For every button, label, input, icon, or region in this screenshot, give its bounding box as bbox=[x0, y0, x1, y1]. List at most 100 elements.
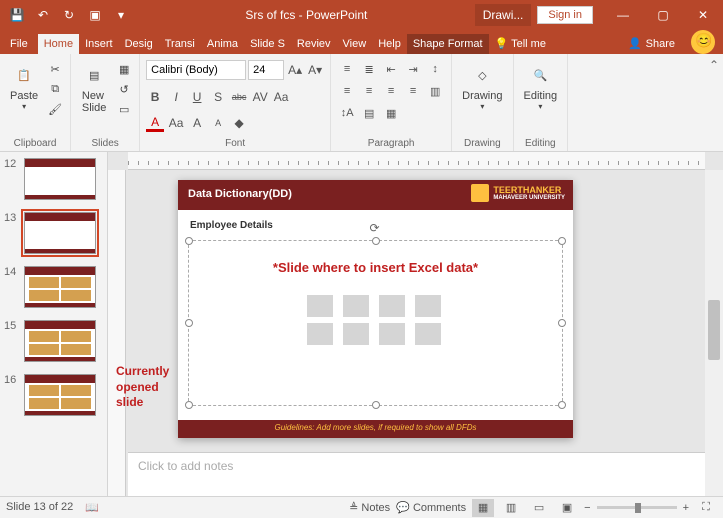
content-type-icons[interactable] bbox=[307, 295, 445, 345]
tab-slideshow[interactable]: Slide S bbox=[244, 34, 291, 54]
format-painter-icon[interactable]: 🖌 bbox=[46, 100, 64, 118]
resize-handle[interactable] bbox=[558, 401, 566, 409]
start-from-beginning-icon[interactable]: ▣ bbox=[84, 4, 106, 26]
thumbnail-15[interactable]: 15 bbox=[0, 318, 107, 364]
spellcheck-icon[interactable]: 📖 bbox=[85, 501, 99, 514]
fit-to-window-icon[interactable]: ⛶ bbox=[695, 499, 717, 517]
grow-font-icon[interactable]: A▴ bbox=[286, 61, 304, 79]
insert-3d-icon[interactable] bbox=[415, 295, 441, 317]
collapse-ribbon-icon[interactable]: ⌃ bbox=[709, 58, 719, 72]
tab-shape-format[interactable]: Shape Format bbox=[407, 34, 489, 54]
section-icon[interactable]: ▭ bbox=[115, 100, 133, 118]
tab-transitions[interactable]: Transi bbox=[159, 34, 201, 54]
resize-handle[interactable] bbox=[558, 319, 566, 327]
align-right-icon[interactable]: ≡ bbox=[381, 82, 401, 100]
align-left-icon[interactable]: ≡ bbox=[337, 82, 357, 100]
qat-more-icon[interactable]: ▾ bbox=[110, 4, 132, 26]
rotate-handle-icon[interactable]: ⟳ bbox=[370, 221, 380, 235]
copy-icon[interactable]: ⧉ bbox=[46, 80, 64, 98]
line-spacing-icon[interactable]: ↕ bbox=[425, 60, 445, 78]
resize-handle[interactable] bbox=[372, 401, 380, 409]
tab-view[interactable]: View bbox=[337, 34, 373, 54]
notes-pane[interactable]: Click to add notes bbox=[128, 452, 705, 496]
justify-icon[interactable]: ≡ bbox=[403, 82, 423, 100]
font-name-input[interactable] bbox=[146, 60, 246, 80]
redo-icon[interactable]: ↻ bbox=[58, 4, 80, 26]
zoom-knob[interactable] bbox=[635, 503, 641, 513]
insert-smartart-icon[interactable] bbox=[379, 295, 405, 317]
insert-video-icon[interactable] bbox=[379, 323, 405, 345]
resize-handle[interactable] bbox=[372, 237, 380, 245]
reading-view-icon[interactable]: ▭ bbox=[528, 499, 550, 517]
change-case-button[interactable]: Aa bbox=[167, 114, 185, 132]
insert-icon-icon[interactable] bbox=[415, 323, 441, 345]
shrink-button[interactable]: A bbox=[209, 114, 227, 132]
maximize-icon[interactable]: ▢ bbox=[643, 0, 683, 30]
comments-button[interactable]: 💬 Comments bbox=[396, 501, 466, 514]
thumbnail-14[interactable]: 14 bbox=[0, 264, 107, 310]
insert-online-pictures-icon[interactable] bbox=[343, 323, 369, 345]
thumbnail-pane[interactable]: 12 13 14 15 16 bbox=[0, 152, 108, 496]
minimize-icon[interactable]: — bbox=[603, 0, 643, 30]
indent-increase-icon[interactable]: ⇥ bbox=[403, 60, 423, 78]
slide-editor[interactable]: Data Dictionary(DD) TEERTHANKER MAHAVEER… bbox=[178, 180, 573, 438]
thumbnail-12[interactable]: 12 bbox=[0, 156, 107, 202]
new-slide-button[interactable]: ▤ New Slide bbox=[77, 60, 111, 116]
resize-handle[interactable] bbox=[185, 319, 193, 327]
scrollbar-thumb[interactable] bbox=[708, 300, 720, 360]
insert-table-icon[interactable] bbox=[307, 295, 333, 317]
paste-button[interactable]: 📋 Paste ▾ bbox=[6, 60, 42, 113]
undo-icon[interactable]: ↶ bbox=[32, 4, 54, 26]
resize-handle[interactable] bbox=[558, 237, 566, 245]
sign-in-button[interactable]: Sign in bbox=[537, 6, 593, 24]
resize-handle[interactable] bbox=[185, 237, 193, 245]
layout-icon[interactable]: ▦ bbox=[115, 60, 133, 78]
drawing-button[interactable]: ◇ Drawing ▾ bbox=[458, 60, 506, 113]
close-icon[interactable]: ✕ bbox=[683, 0, 723, 30]
smartart-icon[interactable]: ▦ bbox=[381, 104, 401, 122]
font-size-input[interactable] bbox=[248, 60, 284, 80]
tab-insert[interactable]: Insert bbox=[79, 34, 119, 54]
tab-file[interactable]: File bbox=[0, 34, 38, 54]
reset-icon[interactable]: ↺ bbox=[115, 80, 133, 98]
columns-icon[interactable]: ▥ bbox=[425, 82, 445, 100]
font-color-button[interactable]: A bbox=[146, 114, 164, 132]
tab-help[interactable]: Help bbox=[372, 34, 407, 54]
sorter-view-icon[interactable]: ▥ bbox=[500, 499, 522, 517]
thumbnail-16[interactable]: 16 bbox=[0, 372, 107, 418]
normal-view-icon[interactable]: ▦ bbox=[472, 499, 494, 517]
case-button[interactable]: Aa bbox=[272, 88, 290, 106]
tellme[interactable]: 💡 Tell me bbox=[489, 33, 552, 54]
strike-button[interactable]: abc bbox=[230, 88, 248, 106]
drawing-tools-tab[interactable]: Drawi... bbox=[475, 4, 532, 26]
tab-design[interactable]: Desig bbox=[119, 34, 159, 54]
align-text-icon[interactable]: ▤ bbox=[359, 104, 379, 122]
vertical-scrollbar[interactable] bbox=[705, 170, 723, 496]
editing-button[interactable]: 🔍 Editing ▾ bbox=[520, 60, 562, 113]
save-icon[interactable]: 💾 bbox=[6, 4, 28, 26]
tab-review[interactable]: Reviev bbox=[291, 34, 337, 54]
text-direction-icon[interactable]: ↕A bbox=[337, 104, 357, 122]
zoom-in-button[interactable]: + bbox=[683, 502, 689, 514]
zoom-slider[interactable] bbox=[597, 506, 677, 509]
notes-button[interactable]: ≜ Notes bbox=[349, 501, 390, 514]
grow-button[interactable]: A bbox=[188, 114, 206, 132]
insert-pictures-icon[interactable] bbox=[307, 323, 333, 345]
resize-handle[interactable] bbox=[185, 401, 193, 409]
shadow-button[interactable]: S bbox=[209, 88, 227, 106]
thumbnail-13[interactable]: 13 bbox=[0, 210, 107, 256]
clear-formatting-icon[interactable]: ◆ bbox=[230, 114, 248, 132]
insert-chart-icon[interactable] bbox=[343, 295, 369, 317]
tab-home[interactable]: Home bbox=[38, 34, 79, 54]
share-button[interactable]: 👤 Share bbox=[620, 33, 683, 54]
cut-icon[interactable]: ✂ bbox=[46, 60, 64, 78]
zoom-out-button[interactable]: − bbox=[584, 502, 590, 514]
underline-button[interactable]: U bbox=[188, 88, 206, 106]
feedback-icon[interactable] bbox=[691, 30, 715, 54]
bold-button[interactable]: B bbox=[146, 88, 164, 106]
shrink-font-icon[interactable]: A▾ bbox=[306, 61, 324, 79]
spacing-button[interactable]: AV bbox=[251, 88, 269, 106]
bullets-icon[interactable]: ≡ bbox=[337, 60, 357, 78]
slideshow-view-icon[interactable]: ▣ bbox=[556, 499, 578, 517]
indent-decrease-icon[interactable]: ⇤ bbox=[381, 60, 401, 78]
